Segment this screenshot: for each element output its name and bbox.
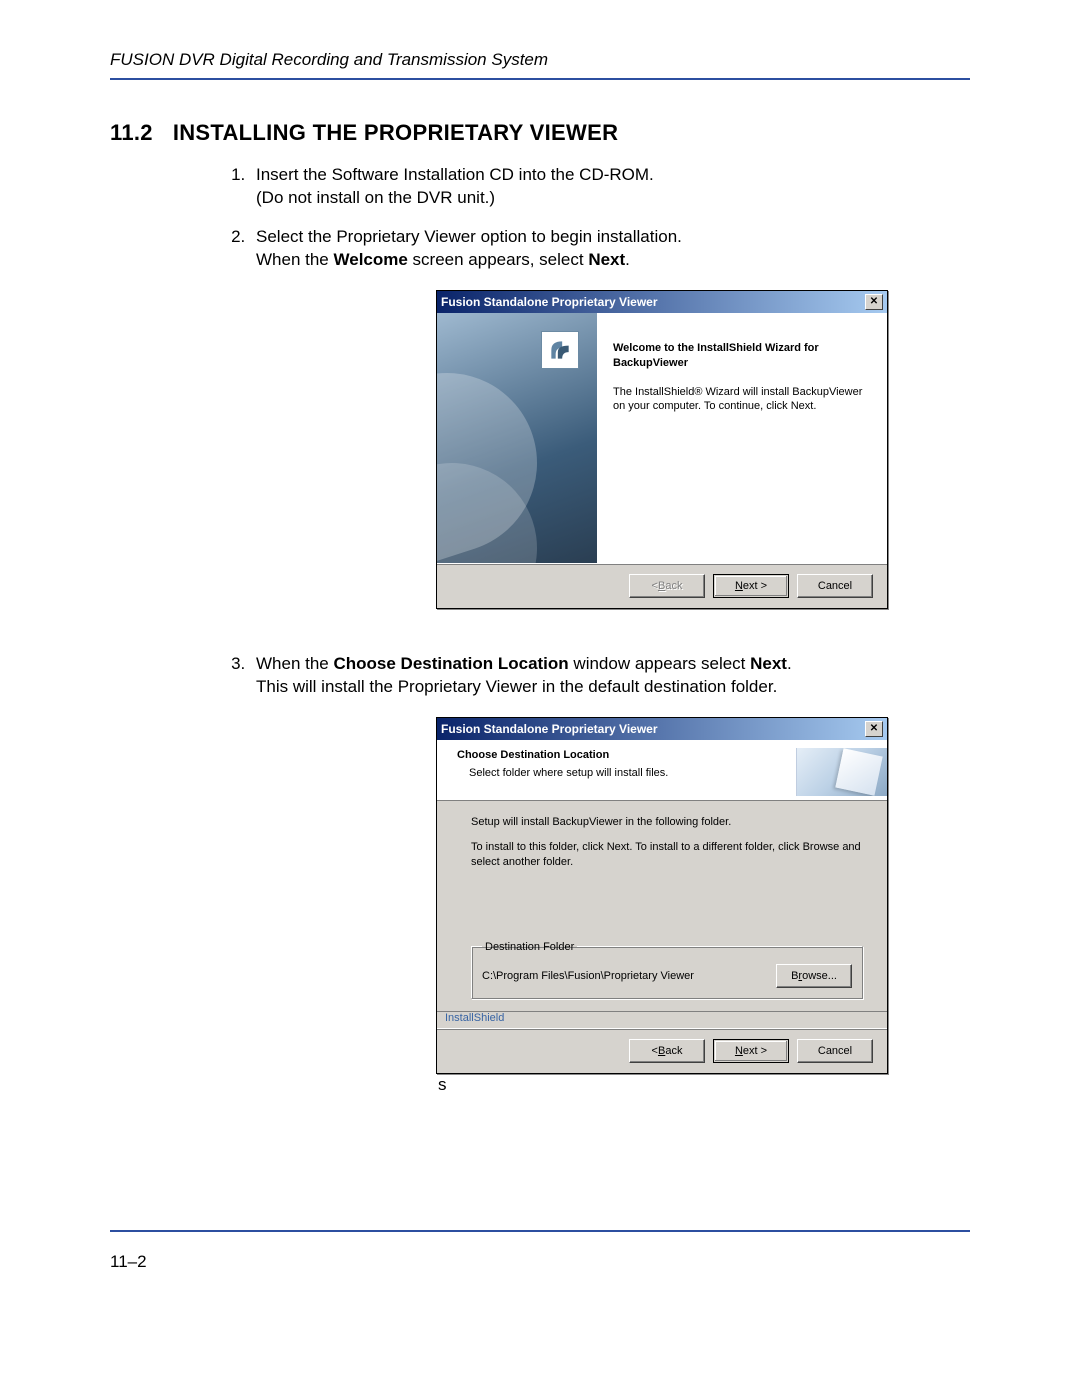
dialog2-header-art-icon xyxy=(796,748,887,796)
step-2-line2: When the Welcome screen appears, select … xyxy=(256,250,630,269)
step-2-mid: screen appears, select xyxy=(408,250,588,269)
section-title-text: INSTALLING THE PROPRIETARY VIEWER xyxy=(173,120,618,145)
step-3-end: . xyxy=(787,654,792,673)
dialog2-titlebar: Fusion Standalone Proprietary Viewer ✕ xyxy=(437,718,887,740)
destination-legend: Destination Folder xyxy=(482,940,577,955)
cancel-button[interactable]: Cancel xyxy=(797,1039,873,1063)
step-2-pre: When the xyxy=(256,250,334,269)
cancel-button[interactable]: Cancel xyxy=(797,574,873,598)
back-button[interactable]: < Back xyxy=(629,1039,705,1063)
step-3: When the Choose Destination Location win… xyxy=(250,653,970,1097)
destination-folder-group: Destination Folder C:\Program Files\Fusi… xyxy=(471,940,863,1000)
dialog1-titlebar: Fusion Standalone Proprietary Viewer ✕ xyxy=(437,291,887,313)
dialog1-welcome-text: Welcome to the InstallShield Wizard for … xyxy=(613,341,871,371)
dialog1-description: The InstallShield® Wizard will install B… xyxy=(613,385,871,414)
dialog2-title: Fusion Standalone Proprietary Viewer xyxy=(441,721,658,737)
step-list: Insert the Software Installation CD into… xyxy=(250,164,970,1097)
dialog1-button-row: < Back Next > Cancel xyxy=(437,563,887,608)
dialog2-line2: To install to this folder, click Next. T… xyxy=(471,840,863,870)
footer-rule xyxy=(110,1230,970,1232)
step-3-pre: When the xyxy=(256,654,334,673)
step-3-bold1: Choose Destination Location xyxy=(334,654,569,673)
section-heading: 11.2 INSTALLING THE PROPRIETARY VIEWER xyxy=(110,120,970,146)
page-number: 11–2 xyxy=(110,1252,147,1272)
close-icon[interactable]: ✕ xyxy=(865,294,883,310)
dialog2-header-title: Choose Destination Location xyxy=(457,748,796,763)
dialog1-title: Fusion Standalone Proprietary Viewer xyxy=(441,294,658,310)
dialog2-line1: Setup will install BackupViewer in the f… xyxy=(471,815,863,830)
next-button[interactable]: Next > xyxy=(713,574,789,598)
step-1-line2: (Do not install on the DVR unit.) xyxy=(256,188,495,207)
dialog1-wrap: Fusion Standalone Proprietary Viewer ✕ W… xyxy=(436,290,970,609)
header-rule xyxy=(110,78,970,80)
step-2-end: . xyxy=(625,250,630,269)
dialog-welcome: Fusion Standalone Proprietary Viewer ✕ W… xyxy=(436,290,888,609)
step-1: Insert the Software Installation CD into… xyxy=(250,164,970,210)
dialog2-button-row: < Back Next > Cancel xyxy=(437,1029,887,1073)
next-button[interactable]: Next > xyxy=(713,1039,789,1063)
section-number: 11.2 xyxy=(110,120,153,146)
back-button: < Back xyxy=(629,574,705,598)
step-1-line1: Insert the Software Installation CD into… xyxy=(256,165,654,184)
browse-button[interactable]: Browse... xyxy=(776,964,852,988)
step-3-line2: This will install the Proprietary Viewer… xyxy=(256,677,777,696)
dialog1-sidebar-art xyxy=(437,313,597,563)
step-2: Select the Proprietary Viewer option to … xyxy=(250,226,970,609)
step-3-bold2: Next xyxy=(750,654,787,673)
destination-path: C:\Program Files\Fusion\Proprietary View… xyxy=(482,969,694,984)
dialog2-header: Choose Destination Location Select folde… xyxy=(437,740,887,801)
dialog2-header-subtitle: Select folder where setup will install f… xyxy=(457,766,796,781)
step-3-mid: window appears select xyxy=(569,654,750,673)
step-2-bold1: Welcome xyxy=(334,250,408,269)
dialog1-content: Welcome to the InstallShield Wizard for … xyxy=(597,313,887,563)
dialog2-body: Setup will install BackupViewer in the f… xyxy=(437,801,887,1011)
step-2-bold2: Next xyxy=(588,250,625,269)
installshield-brand-label: InstallShield xyxy=(437,1011,887,1029)
dialog2-wrap: Fusion Standalone Proprietary Viewer ✕ C… xyxy=(436,717,970,1097)
dialog-destination: Fusion Standalone Proprietary Viewer ✕ C… xyxy=(436,717,888,1074)
step-3-line1: When the Choose Destination Location win… xyxy=(256,654,792,673)
installshield-logo-icon xyxy=(541,331,579,369)
stray-s-char: s xyxy=(438,1075,447,1094)
page-header: FUSION DVR Digital Recording and Transmi… xyxy=(110,50,970,70)
step-2-line1: Select the Proprietary Viewer option to … xyxy=(256,227,682,246)
close-icon[interactable]: ✕ xyxy=(865,721,883,737)
